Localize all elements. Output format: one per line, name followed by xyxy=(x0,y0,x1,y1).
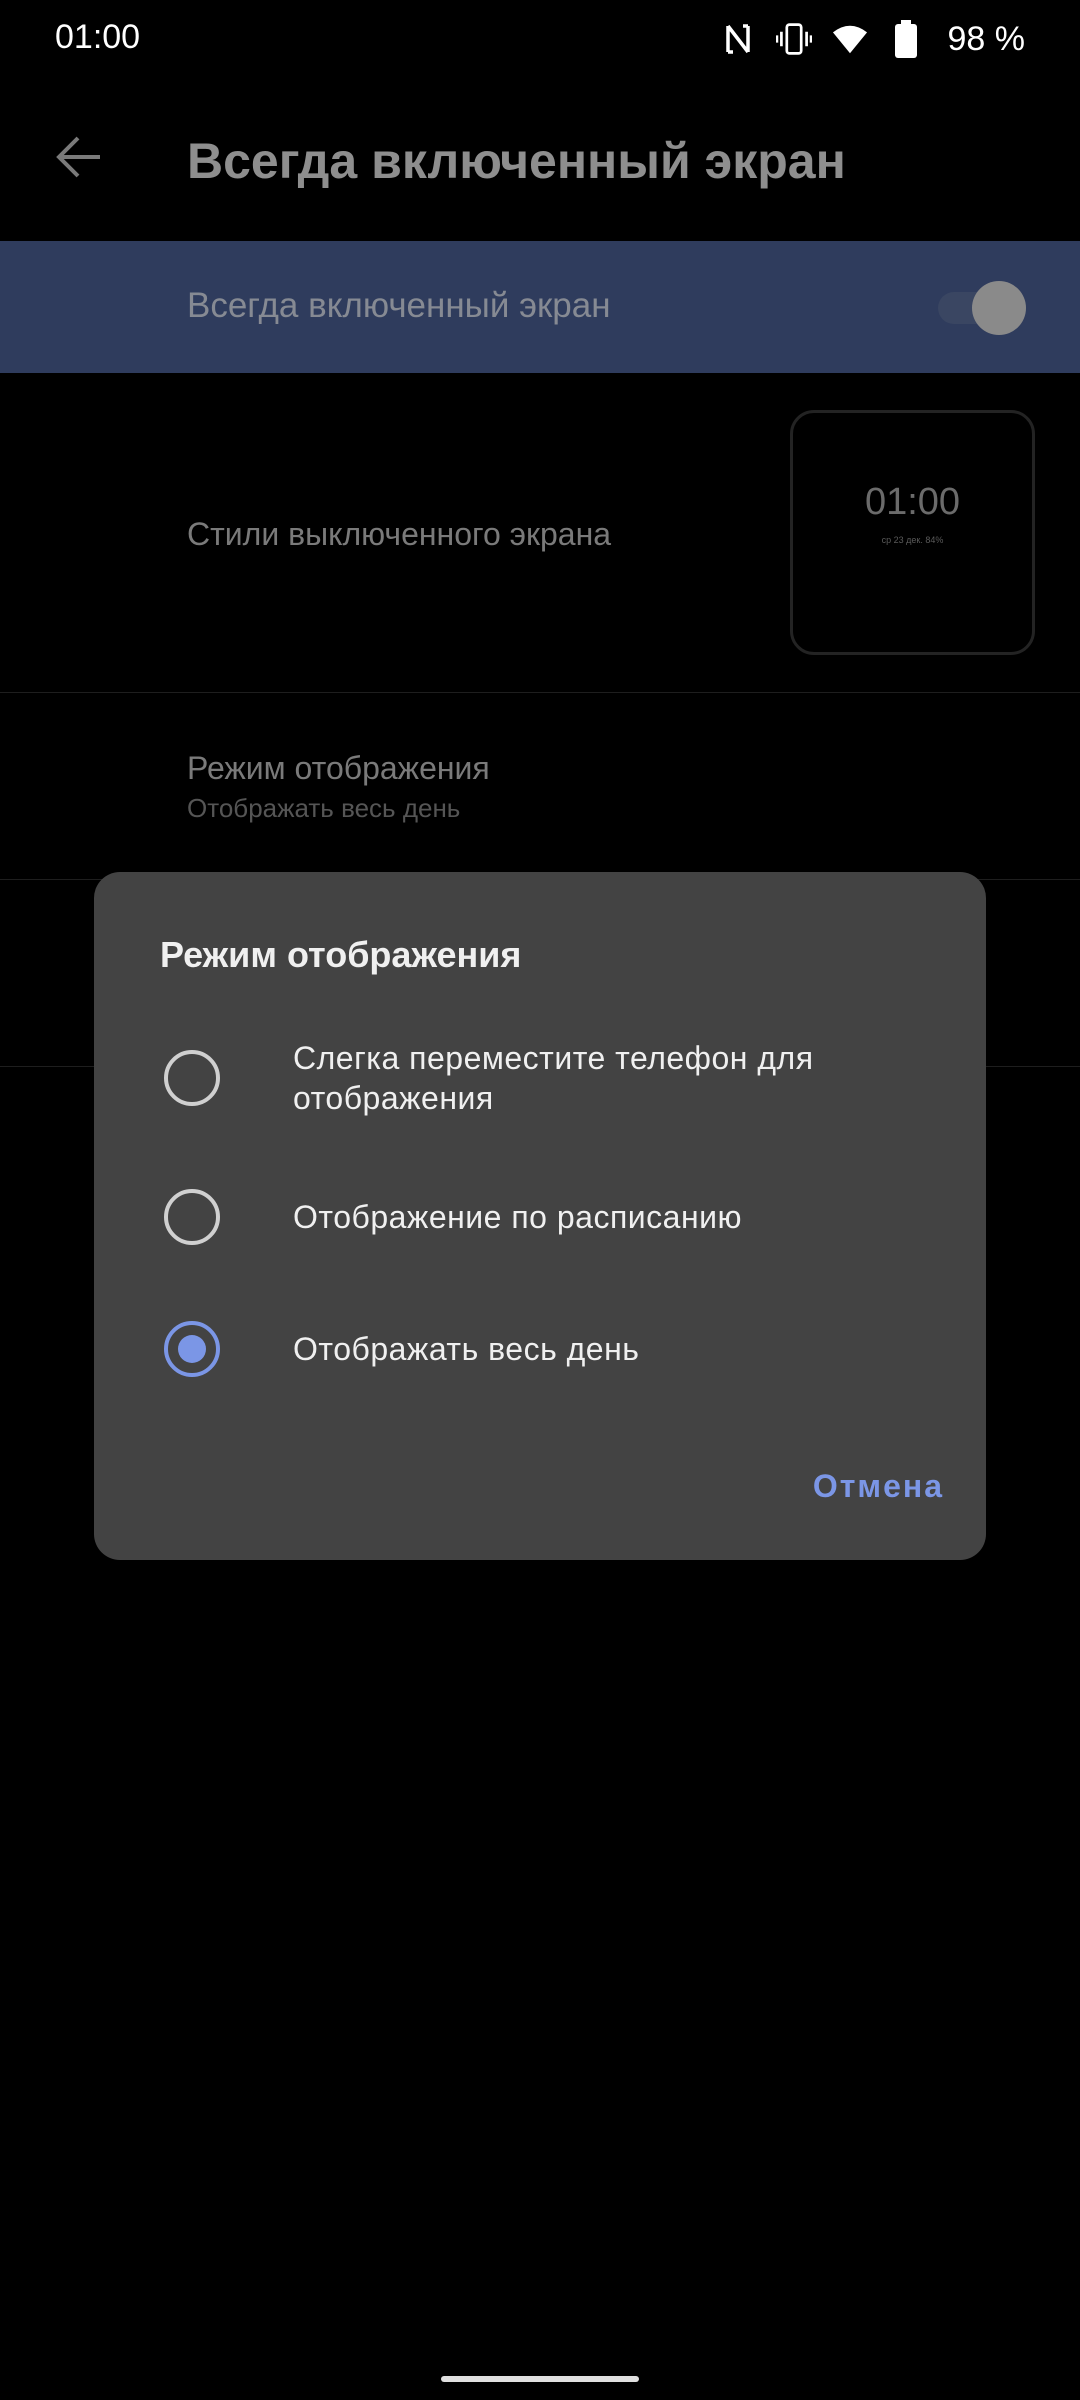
preview-date: ср 23 дек. 84% xyxy=(881,535,944,545)
style-preview[interactable]: 01:00 ср 23 дек. 84% xyxy=(790,410,1035,655)
wifi-icon xyxy=(832,19,868,59)
option-label-line2: отображения xyxy=(293,1080,494,1116)
arrow-back-icon xyxy=(56,136,100,178)
always-on-switch[interactable] xyxy=(938,281,1028,335)
battery-icon xyxy=(888,19,924,59)
toggle-label: Всегда включенный экран xyxy=(187,286,611,325)
app-header: Всегда включенный экран xyxy=(0,100,1080,220)
option-label-line1: Слегка переместите телефон для xyxy=(293,1040,814,1076)
page-title: Всегда включенный экран xyxy=(187,133,846,189)
nfc-icon xyxy=(720,19,756,59)
radio-button[interactable] xyxy=(164,1189,220,1245)
cancel-button[interactable]: Отмена xyxy=(813,1468,944,1505)
display-mode-subtitle: Отображать весь день xyxy=(187,793,461,823)
display-mode-row[interactable]: Режим отображения Отображать весь день xyxy=(0,693,1080,880)
display-mode-title: Режим отображения xyxy=(187,750,490,786)
styles-label: Стили выключенного экрана xyxy=(187,516,612,552)
back-button[interactable] xyxy=(44,122,114,192)
preview-time: 01:00 xyxy=(864,481,961,523)
battery-percent: 98 % xyxy=(947,19,1026,58)
screen-off-styles-row[interactable]: Стили выключенного экрана 01:00 ср 23 де… xyxy=(0,373,1080,693)
dialog-title: Режим отображения xyxy=(160,934,522,975)
option-move-phone[interactable]: Слегка переместите телефон для отображен… xyxy=(94,1022,986,1132)
option-label: Отображение по расписанию xyxy=(293,1199,742,1235)
option-label: Отображать весь день xyxy=(293,1331,640,1367)
vibrate-icon xyxy=(775,19,812,59)
display-mode-dialog: Режим отображения Слегка переместите тел… xyxy=(94,872,986,1560)
status-time: 01:00 xyxy=(55,18,141,56)
option-schedule[interactable]: Отображение по расписанию xyxy=(94,1172,986,1272)
gesture-nav-handle[interactable] xyxy=(441,2376,639,2382)
option-label: Слегка переместите телефон для отображен… xyxy=(293,1038,814,1118)
status-icons: 98 % xyxy=(720,14,1026,64)
radio-button-selected[interactable] xyxy=(164,1321,220,1377)
always-on-toggle-row[interactable]: Всегда включенный экран xyxy=(0,241,1080,373)
status-bar: 01:00 98 % xyxy=(0,0,1080,80)
switch-thumb xyxy=(972,281,1026,335)
radio-button[interactable] xyxy=(164,1050,220,1106)
radio-dot xyxy=(178,1335,206,1363)
option-all-day[interactable]: Отображать весь день xyxy=(94,1304,986,1404)
